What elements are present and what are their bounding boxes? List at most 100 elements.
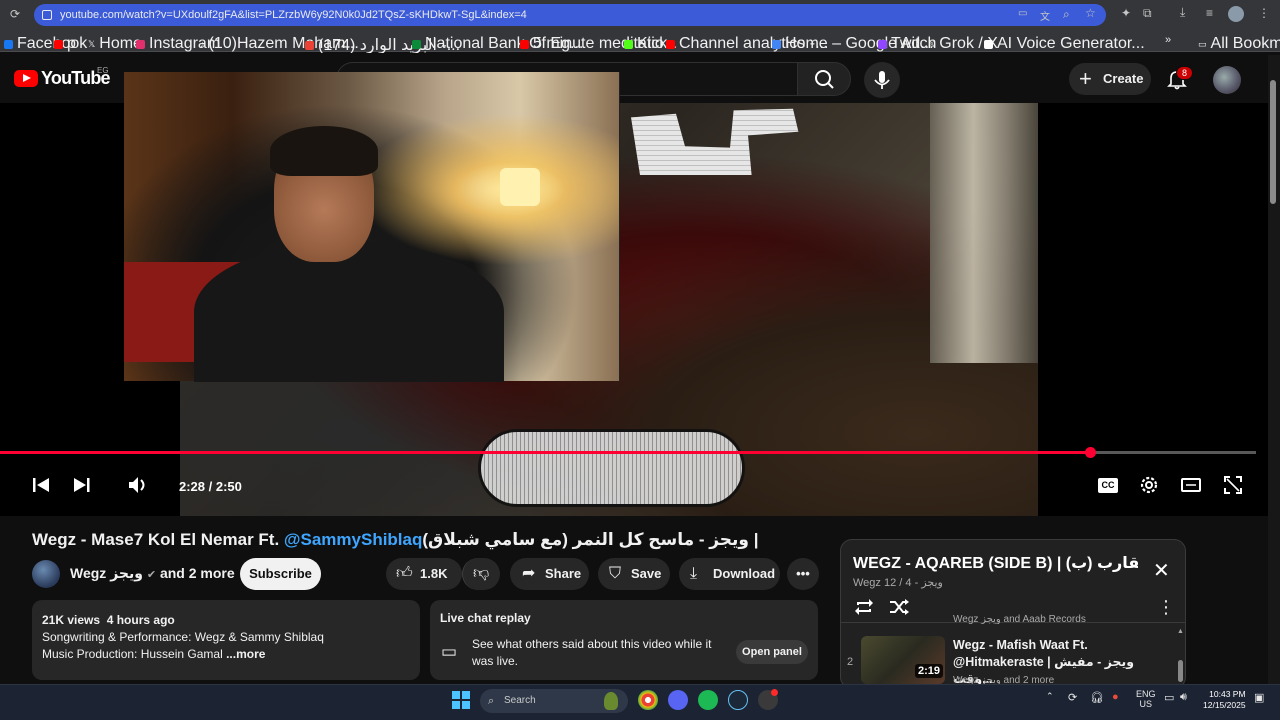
- steam-taskbar-icon[interactable]: [728, 690, 748, 710]
- subscribe-button[interactable]: Subscribe: [240, 558, 321, 590]
- download-icon[interactable]: ⤓: [1180, 5, 1185, 20]
- bookmark-item[interactable]: AI Voice Generator...: [984, 35, 1145, 53]
- volume-icon: [129, 477, 145, 493]
- install-app-icon[interactable]: ▭: [1018, 8, 1027, 19]
- thumbs-down-icon: 👎︎: [473, 565, 490, 582]
- speaker-icon[interactable]: 🔊︎: [1180, 691, 1187, 704]
- tray-overflow-icon[interactable]: ⌃: [1046, 691, 1054, 702]
- bookmark-item[interactable]: 𝕏 Home: [88, 35, 142, 53]
- channel-avatar[interactable]: [32, 560, 60, 588]
- share-icon: ➦: [522, 565, 536, 582]
- bookmark-item[interactable]: Kick: [624, 35, 667, 53]
- tiktok-icon: ♪: [200, 39, 205, 49]
- previous-icon: [33, 478, 49, 492]
- account-avatar[interactable]: [1213, 66, 1241, 94]
- chat-heading: Live chat replay: [440, 611, 531, 625]
- progress-scrubber[interactable]: [1085, 447, 1096, 458]
- instagram-icon: [136, 39, 145, 49]
- scroll-up-icon[interactable]: ▲: [1177, 628, 1184, 635]
- youtube-logo-icon[interactable]: [14, 70, 38, 87]
- kick-icon: [624, 39, 633, 49]
- video-art-cloth: [930, 103, 1038, 363]
- description-box[interactable]: 21K views 4 hours ago Songwriting & Perf…: [32, 600, 420, 680]
- theater-mode-button[interactable]: [1180, 474, 1202, 496]
- shuffle-button[interactable]: [888, 596, 910, 618]
- bookmark-star-icon[interactable]: ☆: [1085, 6, 1096, 20]
- channel-name[interactable]: Wegz ويجز ✔ and 2 more: [70, 565, 235, 582]
- facecam-overlay: [124, 72, 620, 382]
- url-text: youtube.com/watch?v=UXdoulf2gFA&list=PLZ…: [60, 9, 527, 21]
- search-icon: [815, 70, 834, 89]
- open-panel-button[interactable]: Open panel: [736, 640, 808, 664]
- captions-icon[interactable]: CC: [1098, 478, 1118, 493]
- loop-button[interactable]: [853, 596, 875, 618]
- mic-muted-icon[interactable]: ●: [1112, 691, 1119, 703]
- close-icon[interactable]: ✕: [1153, 558, 1170, 583]
- title-mention-link[interactable]: @SammyShiblaq: [284, 530, 422, 549]
- playlist-item-duration: 2:19: [915, 664, 944, 678]
- description-line: Songwriting & Performance: Wegz & Sammy …: [42, 630, 324, 644]
- chrome-taskbar-icon[interactable]: [638, 690, 658, 710]
- all-bookmarks[interactable]: ▭All Bookmarks: [1198, 35, 1280, 53]
- extensions-icon[interactable]: ⧉: [1143, 6, 1152, 21]
- facecam-person-body: [194, 242, 504, 382]
- page-scrollbar-thumb[interactable]: [1270, 80, 1276, 204]
- verified-icon: ✔: [146, 569, 157, 581]
- pin-icon[interactable]: ✦: [1121, 6, 1131, 20]
- search-highlight-icon: [604, 692, 618, 710]
- taskbar-search[interactable]: ⌕ Search: [480, 689, 628, 713]
- x-icon: 𝕏: [88, 38, 96, 49]
- start-button[interactable]: [452, 691, 470, 709]
- translate-icon[interactable]: 文: [1040, 8, 1050, 23]
- settings-button[interactable]: [1138, 474, 1160, 496]
- address-bar[interactable]: youtube.com/watch?v=UXdoulf2gFA&list=PLZ…: [34, 4, 1106, 26]
- bookmark-item[interactable]: p: [54, 35, 76, 53]
- next-icon: [74, 478, 90, 492]
- youtube-icon: [54, 39, 63, 49]
- previous-button[interactable]: [32, 474, 50, 496]
- ai-voice-icon: [984, 39, 993, 49]
- search-icon: ⌕: [488, 695, 495, 707]
- facebook-icon: [4, 39, 13, 49]
- menu-icon[interactable]: ⋮: [1258, 6, 1270, 20]
- next-button[interactable]: [73, 474, 91, 496]
- facecam-person-hair: [270, 126, 378, 176]
- chat-bubble-icon: ▭: [441, 642, 458, 661]
- description-line: Music Production: Hussein Gamal ...more: [42, 647, 266, 661]
- playlist-title[interactable]: WEGZ - AQAREB (SIDE B) | (ب) عقارب: [853, 553, 1138, 573]
- app-badge: [771, 689, 778, 696]
- headset-icon[interactable]: 🎧︎: [1090, 691, 1104, 704]
- save-button[interactable]: ⛉ Save: [598, 558, 670, 590]
- search-button[interactable]: [797, 62, 851, 96]
- share-button[interactable]: ➦ Share: [510, 558, 589, 590]
- taskbar-clock[interactable]: 10:43 PM 12/15/2025: [1203, 689, 1246, 711]
- discord-taskbar-icon[interactable]: [668, 690, 688, 710]
- notification-center-icon[interactable]: ▣: [1254, 691, 1264, 704]
- volume-button[interactable]: [127, 474, 149, 496]
- playlist-more-icon[interactable]: ⋮: [1157, 597, 1175, 618]
- spotify-taskbar-icon[interactable]: [698, 690, 718, 710]
- more-bookmarks-icon[interactable]: »: [1165, 34, 1171, 46]
- folder-icon: ▭: [1198, 38, 1207, 49]
- like-button[interactable]: 👍︎ 1.8K: [386, 558, 462, 590]
- fullscreen-icon: [1224, 476, 1242, 494]
- fullscreen-button[interactable]: [1222, 474, 1244, 496]
- sync-icon[interactable]: ⟳: [1068, 691, 1077, 704]
- show-more-link[interactable]: ...more: [226, 647, 265, 661]
- gmail-icon: [305, 40, 314, 50]
- youtube-icon: [520, 39, 529, 49]
- dislike-button[interactable]: 👎︎: [462, 558, 500, 590]
- zoom-icon[interactable]: ⌕: [1063, 7, 1070, 22]
- reading-list-icon[interactable]: ≡: [1206, 6, 1213, 20]
- language-indicator[interactable]: ENG US: [1136, 689, 1156, 709]
- playlist-scrollbar[interactable]: [1178, 660, 1183, 682]
- reload-icon[interactable]: ⟳: [10, 7, 20, 21]
- download-button[interactable]: ⤓ Download: [679, 558, 780, 590]
- profile-avatar[interactable]: [1228, 6, 1244, 22]
- site-info-icon[interactable]: [42, 10, 52, 20]
- time-display: 2:28 / 2:50: [179, 479, 242, 494]
- more-actions-button[interactable]: •••: [787, 558, 819, 590]
- create-button[interactable]: + Create: [1069, 63, 1151, 95]
- voice-search-button[interactable]: [864, 62, 900, 98]
- network-icon[interactable]: ▭: [1164, 691, 1174, 704]
